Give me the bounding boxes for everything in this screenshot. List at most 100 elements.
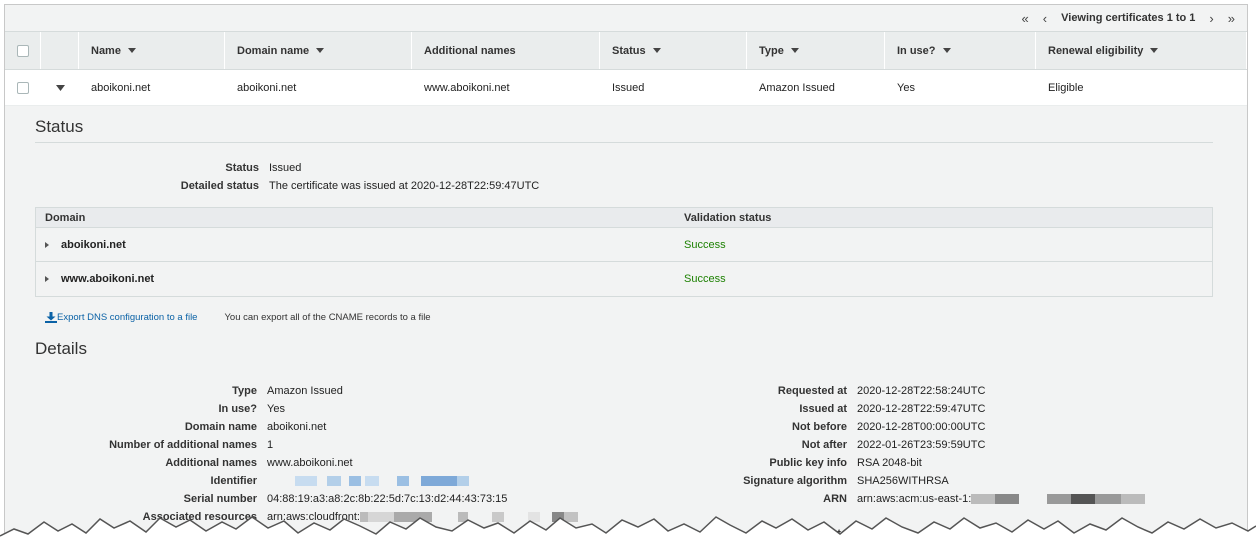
detail-additional-names-value: www.aboikoni.net — [267, 457, 353, 469]
select-all-cell — [5, 32, 41, 69]
row-check-cell — [5, 70, 41, 105]
arn-redacted — [971, 490, 1146, 508]
column-header-domain-label: Domain name — [237, 44, 310, 57]
column-header-name-label: Name — [91, 44, 121, 57]
export-dns-link[interactable]: Export DNS configuration to a file — [45, 312, 197, 323]
detailed-status-label: Detailed status — [180, 180, 259, 192]
sort-caret-icon — [652, 48, 661, 53]
column-header-renewal[interactable]: Renewal eligibility — [1036, 32, 1247, 69]
row-checkbox[interactable] — [17, 81, 29, 94]
detail-signature-value: SHA256WITHRSA — [857, 475, 949, 487]
row-expand-cell — [41, 70, 79, 105]
sort-caret-icon — [316, 48, 325, 53]
validation-row[interactable]: www.aboikoni.net Success — [36, 262, 1212, 296]
detail-serial-label: Serial number — [183, 493, 257, 505]
export-bar: Export DNS configuration to a file You c… — [45, 312, 431, 323]
table-row[interactable]: aboikoni.net aboikoni.net www.aboikoni.n… — [5, 70, 1247, 106]
cell-status: Issued — [612, 81, 645, 94]
column-header-type[interactable]: Type — [747, 32, 885, 69]
validation-status: Success — [684, 273, 726, 285]
column-header-inuse-label: In use? — [897, 44, 936, 57]
sort-caret-icon — [1150, 48, 1159, 53]
detail-signature-label: Signature algorithm — [743, 475, 847, 487]
detail-inuse-label: In use? — [218, 403, 257, 415]
detail-not-before-value: 2020-12-28T00:00:00UTC — [857, 421, 986, 433]
last-page-button[interactable]: » — [1228, 11, 1235, 26]
next-page-button[interactable]: › — [1209, 11, 1213, 26]
detail-num-additional: Number of additional names 1 — [35, 436, 273, 454]
sort-caret-icon — [790, 48, 799, 53]
cell-type: Amazon Issued — [759, 81, 835, 94]
detail-issued-at-value: 2020-12-28T22:59:47UTC — [857, 403, 986, 415]
export-note: You can export all of the CNAME records … — [224, 312, 431, 323]
column-header-name[interactable]: Name — [79, 32, 225, 69]
cell-inuse: Yes — [897, 81, 915, 94]
column-header-status-label: Status — [612, 44, 646, 57]
column-header-inuse[interactable]: In use? — [885, 32, 1036, 69]
prev-page-button[interactable]: ‹ — [1043, 11, 1047, 26]
cell-renewal: Eligible — [1048, 81, 1084, 94]
detail-additional-names: Additional names www.aboikoni.net — [35, 454, 353, 472]
detail-type-value: Amazon Issued — [267, 385, 343, 397]
detail-issued-at-label: Issued at — [799, 403, 847, 415]
table-header: Name Domain name Additional names Status… — [5, 31, 1247, 70]
cell-name: aboikoni.net — [91, 81, 151, 94]
detail-domain-label: Domain name — [184, 421, 257, 433]
detail-domain-value: aboikoni.net — [267, 421, 327, 433]
certificate-detail-panel: Status Status Issued Detailed status The… — [5, 106, 1247, 555]
detail-public-key-label: Public key info — [769, 457, 847, 469]
detail-arn-label: ARN — [823, 493, 847, 505]
sort-caret-icon — [127, 48, 136, 53]
validation-row[interactable]: aboikoni.net Success — [36, 228, 1212, 262]
detail-arn: ARN arn:aws:acm:us-east-1: — [635, 490, 1146, 508]
expand-header-cell — [41, 32, 79, 69]
status-section-title: Status — [35, 117, 84, 136]
select-all-checkbox[interactable] — [16, 44, 29, 57]
first-page-button[interactable]: « — [1022, 11, 1029, 26]
certificate-manager-frame: « ‹ Viewing certificates 1 to 1 › » Name… — [4, 4, 1248, 556]
identifier-redacted — [267, 472, 469, 490]
validation-domain: aboikoni.net — [61, 238, 126, 251]
pagination-text: Viewing certificates 1 to 1 — [1061, 12, 1196, 24]
detail-public-key: Public key info RSA 2048-bit — [635, 454, 921, 472]
detail-num-additional-label: Number of additional names — [109, 439, 257, 451]
validation-col-domain: Domain — [45, 211, 86, 224]
detail-validation-state-label: Validation state — [766, 528, 847, 540]
validation-domain-cell: www.aboikoni.net — [36, 273, 676, 285]
column-header-domain[interactable]: Domain name — [225, 32, 412, 69]
detail-identifier-label: Identifier — [210, 475, 257, 487]
detail-not-after: Not after 2022-01-26T23:59:59UTC — [635, 436, 986, 454]
cell-additional: www.aboikoni.net — [424, 81, 510, 94]
detail-type: Type Amazon Issued — [35, 382, 343, 400]
detailed-status-field: Detailed status The certificate was issu… — [35, 177, 540, 195]
associated-redacted — [359, 508, 578, 526]
column-header-status[interactable]: Status — [600, 32, 747, 69]
detail-serial-value: 04:88:19:a3:a8:2c:8b:22:5d:7c:13:d2:44:4… — [267, 493, 508, 505]
validation-table-header: Domain Validation status — [36, 208, 1212, 228]
detail-not-before-label: Not before — [792, 421, 847, 433]
chevron-right-icon[interactable] — [45, 276, 49, 282]
detail-associated-label: Associated resources — [142, 511, 257, 523]
chevron-down-icon[interactable] — [55, 84, 65, 91]
detail-inuse: In use? Yes — [35, 400, 285, 418]
status-value: Issued — [269, 162, 302, 174]
detail-validation-state-value: None — [857, 528, 884, 540]
detail-identifier: Identifier — [35, 472, 469, 490]
detail-domain: Domain name aboikoni.net — [35, 418, 326, 436]
detail-additional-names-label: Additional names — [165, 457, 257, 469]
detail-requested-at-value: 2020-12-28T22:58:24UTC — [857, 385, 986, 397]
detail-not-after-value: 2022-01-26T23:59:59UTC — [857, 439, 986, 451]
detail-arn-value: arn:aws:acm:us-east-1: — [857, 493, 972, 505]
detail-inuse-value: Yes — [267, 403, 285, 415]
validation-col-status: Validation status — [684, 211, 772, 224]
export-dns-label: Export DNS configuration to a file — [57, 312, 198, 323]
detail-type-label: Type — [232, 385, 257, 397]
cell-domain: aboikoni.net — [237, 81, 297, 94]
detail-associated-value[interactable]: arn:aws:cloudfront: — [267, 508, 360, 526]
chevron-right-icon[interactable] — [45, 241, 49, 248]
detail-not-before: Not before 2020-12-28T00:00:00UTC — [635, 418, 985, 436]
details-section-title: Details — [35, 339, 87, 358]
download-icon — [45, 312, 57, 323]
column-header-renewal-label: Renewal eligibility — [1048, 44, 1144, 57]
validation-status: Success — [684, 238, 726, 251]
